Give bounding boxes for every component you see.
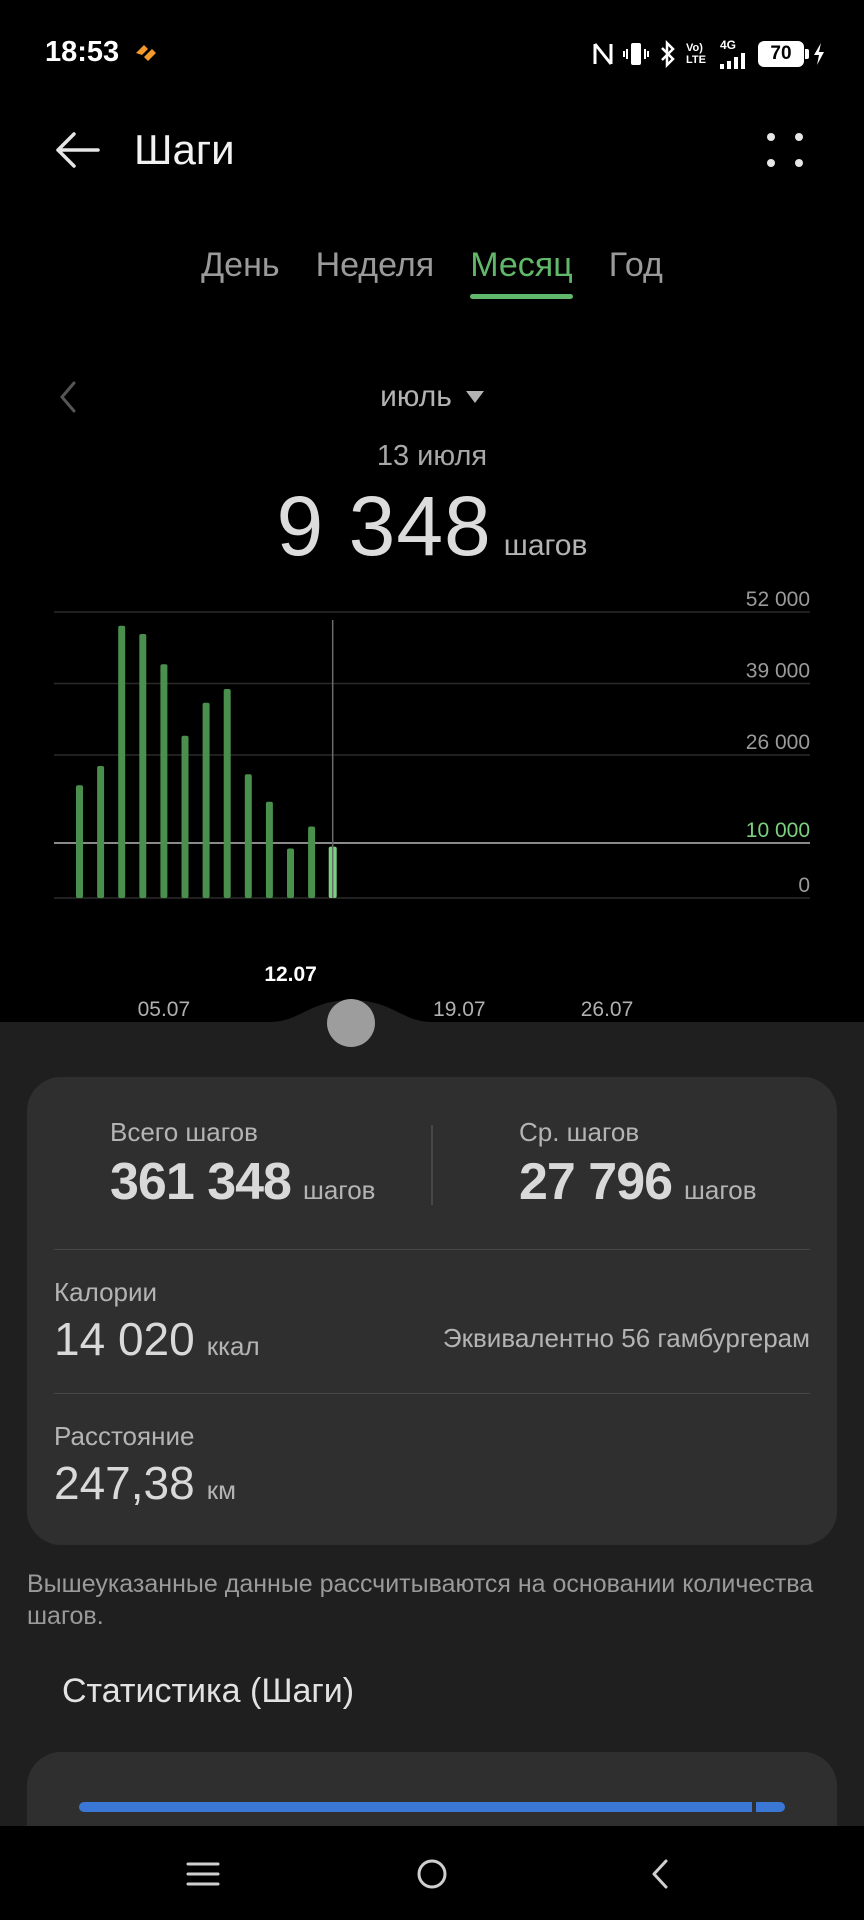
chart-bar bbox=[265, 801, 273, 898]
calories-unit: ккал bbox=[206, 1331, 260, 1361]
y-tick-label: 52 000 bbox=[746, 588, 810, 611]
total-steps-block: Всего шагов 361 348 шагов bbox=[110, 1117, 375, 1212]
chart-bar bbox=[181, 735, 189, 898]
system-navigation-bar bbox=[0, 1826, 864, 1920]
tab-month[interactable]: Месяц bbox=[470, 246, 573, 299]
caret-down-icon bbox=[465, 391, 484, 403]
total-steps-value: 361 348 bbox=[110, 1153, 292, 1211]
calories-label: Калории bbox=[54, 1277, 158, 1307]
distance-label: Расстояние bbox=[54, 1421, 195, 1451]
chart-bar bbox=[223, 689, 231, 898]
calories-value: 14 020 bbox=[54, 1313, 195, 1365]
chart-bar bbox=[202, 702, 210, 898]
selected-steps-unit: шагов bbox=[503, 529, 588, 562]
bluetooth-icon bbox=[661, 40, 675, 68]
chart-bar bbox=[97, 766, 105, 898]
home-circle-icon bbox=[417, 1859, 447, 1889]
more-dot bbox=[767, 159, 775, 167]
app-notification-icon bbox=[136, 45, 156, 61]
statistics-progress-bar bbox=[79, 1802, 785, 1812]
average-steps-label: Ср. шагов bbox=[519, 1117, 640, 1147]
chart-bar bbox=[118, 625, 126, 898]
month-label: июль bbox=[380, 380, 452, 413]
chart-scrubber-handle[interactable] bbox=[327, 999, 375, 1047]
volte-label: Vo) LTE bbox=[686, 42, 706, 66]
page-title: Шаги bbox=[134, 126, 235, 173]
tab-week[interactable]: Неделя bbox=[316, 246, 435, 299]
network-labels: Vo) LTE bbox=[686, 42, 712, 66]
chart-bar bbox=[308, 826, 316, 898]
status-time: 18:53 bbox=[45, 36, 120, 68]
distance-unit: км bbox=[206, 1475, 236, 1505]
chart-bar bbox=[287, 848, 294, 898]
chart-bar bbox=[76, 785, 83, 898]
network-gen-label: 4G bbox=[720, 38, 737, 52]
more-dot bbox=[795, 133, 803, 141]
app-header: Шаги bbox=[0, 108, 864, 192]
vibrate-icon bbox=[623, 43, 649, 65]
average-steps-unit: шагов bbox=[684, 1175, 757, 1205]
average-steps-value: 27 796 bbox=[519, 1153, 673, 1211]
summary-card: Всего шагов 361 348 шагов Ср. шагов 27 7… bbox=[27, 1077, 837, 1545]
arrow-left-icon bbox=[56, 132, 100, 168]
y-tick-label: 39 000 bbox=[746, 660, 810, 683]
tab-year[interactable]: Год bbox=[609, 246, 663, 299]
nfc-icon bbox=[593, 43, 613, 65]
status-bar: 18:53 Vo) LTE 4G 70 bbox=[0, 0, 864, 108]
statistics-progress-marker bbox=[752, 1800, 756, 1814]
battery-icon: 70 bbox=[758, 41, 809, 67]
calories-block: Калории 14 020 ккал Эквивалентно 56 гамб… bbox=[54, 1277, 810, 1366]
total-steps-unit: шагов bbox=[302, 1175, 376, 1205]
disclaimer-text: Вышеуказанные данные рассчитываются на о… bbox=[27, 1570, 814, 1630]
calories-equivalent: Эквивалентно 56 гамбургерам bbox=[442, 1323, 810, 1353]
more-dots-icon bbox=[767, 133, 775, 141]
tab-day[interactable]: День bbox=[201, 246, 279, 299]
period-tabs: День Неделя Месяц Год bbox=[0, 246, 864, 299]
recent-apps-button[interactable] bbox=[173, 1846, 233, 1902]
more-options-button[interactable] bbox=[758, 122, 814, 178]
back-button[interactable] bbox=[50, 122, 106, 178]
total-steps-label: Всего шагов bbox=[110, 1117, 258, 1147]
distance-value: 247,38 bbox=[54, 1457, 195, 1509]
selected-steps-value: 9 348 bbox=[276, 479, 492, 573]
menu-icon bbox=[186, 1862, 220, 1886]
charging-icon bbox=[814, 43, 824, 65]
divider bbox=[54, 1393, 810, 1394]
selected-date: 13 июля bbox=[376, 440, 488, 472]
divider bbox=[54, 1249, 810, 1250]
steps-chart[interactable]: 52 000 39 000 26 000 10 000 0 05.07 12.07 19.07… bbox=[0, 580, 864, 1020]
selected-value-row: 9 348 шагов bbox=[0, 478, 864, 575]
scrubber-notch bbox=[0, 1000, 864, 1040]
signal-icon bbox=[720, 53, 745, 69]
system-back-button[interactable] bbox=[630, 1846, 690, 1902]
y-tick-label: 0 bbox=[798, 874, 810, 897]
chart-bar bbox=[139, 634, 147, 898]
steps-chart-svg: 52 00039 00026 00010 000005.0712.0719.07… bbox=[54, 588, 810, 1020]
stats-divider bbox=[431, 1125, 433, 1205]
average-steps-block: Ср. шагов 27 796 шагов bbox=[519, 1117, 757, 1212]
distance-block: Расстояние 247,38 км bbox=[54, 1421, 236, 1510]
month-selector[interactable]: июль bbox=[0, 380, 864, 414]
more-dot bbox=[795, 159, 803, 167]
y-tick-label: 10 000 bbox=[746, 819, 810, 842]
chart-bar bbox=[160, 664, 168, 898]
network-gen: 4G bbox=[720, 39, 750, 69]
y-tick-label: 26 000 bbox=[746, 731, 810, 754]
chart-bar bbox=[244, 774, 252, 898]
chevron-left-icon bbox=[652, 1859, 668, 1889]
home-button[interactable] bbox=[402, 1846, 462, 1902]
status-icons: Vo) LTE 4G 70 bbox=[592, 36, 826, 72]
x-tick-label: 12.07 bbox=[264, 963, 317, 986]
statistics-section-title: Статистика (Шаги) bbox=[62, 1672, 355, 1710]
battery-level: 70 bbox=[770, 43, 792, 64]
